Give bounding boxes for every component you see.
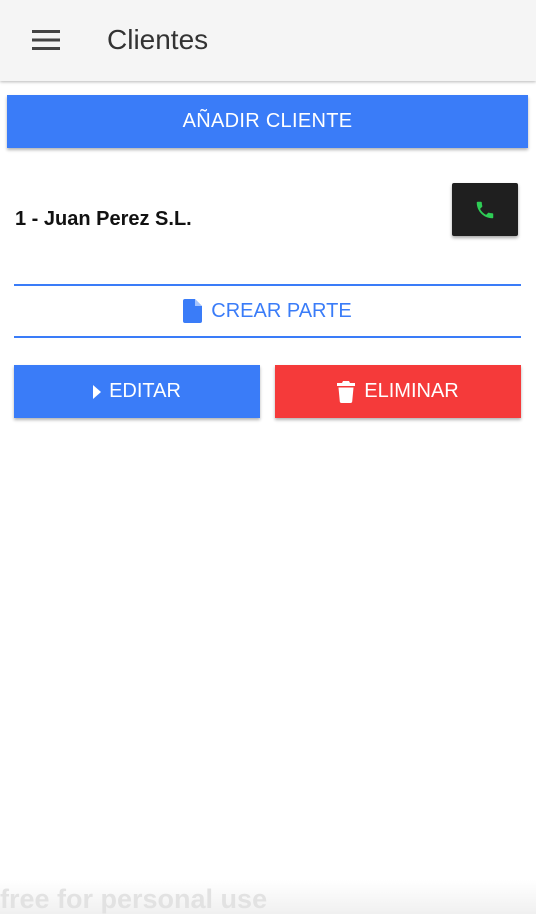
client-name: 1 - Juan Perez S.L. <box>15 208 192 230</box>
call-button[interactable] <box>452 183 518 236</box>
caret-right-icon <box>93 384 102 399</box>
edit-button[interactable]: EDITAR <box>14 365 260 418</box>
delete-label: ELIMINAR <box>364 380 459 402</box>
create-part-label: CREAR PARTE <box>211 299 352 322</box>
app-bar: Clientes <box>0 0 536 81</box>
hamburger-menu-icon <box>32 30 60 50</box>
create-part-button[interactable]: CREAR PARTE <box>14 287 521 335</box>
delete-button[interactable]: ELIMINAR <box>275 365 521 418</box>
phone-icon <box>476 201 494 218</box>
divider-bottom <box>14 336 521 338</box>
add-client-label: AÑADIR CLIENTE <box>182 110 353 132</box>
edit-label: EDITAR <box>109 380 181 402</box>
divider-top <box>14 284 521 286</box>
trash-icon <box>337 380 356 403</box>
watermark: free for personal use <box>0 880 536 914</box>
add-client-button[interactable]: AÑADIR CLIENTE <box>7 95 528 148</box>
document-icon <box>183 299 203 323</box>
watermark-text: free for personal use <box>0 884 268 914</box>
menu-button[interactable] <box>24 20 68 60</box>
page-title: Clientes <box>107 24 209 55</box>
